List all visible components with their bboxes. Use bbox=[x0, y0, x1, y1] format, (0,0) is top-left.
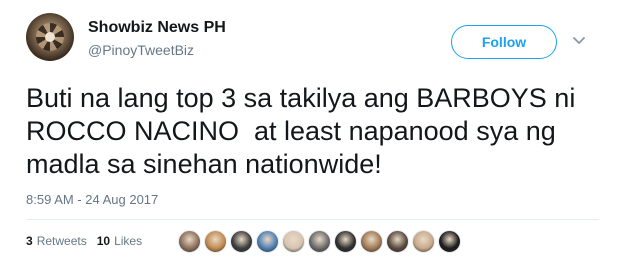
author-avatar[interactable] bbox=[26, 13, 74, 61]
more-options-chevron-down-icon[interactable] bbox=[572, 34, 586, 48]
liker-avatar[interactable] bbox=[204, 229, 227, 253]
author-name[interactable]: Showbiz News PH bbox=[88, 19, 226, 37]
liker-avatar[interactable] bbox=[386, 229, 409, 253]
liker-avatar[interactable] bbox=[256, 229, 279, 253]
tweet-stats: 3 Retweets 10 Likes bbox=[26, 234, 152, 248]
retweets-stat[interactable]: 3 Retweets bbox=[26, 234, 87, 248]
liker-avatar[interactable] bbox=[412, 229, 435, 253]
liker-avatars bbox=[178, 229, 464, 253]
liker-avatar[interactable] bbox=[282, 229, 305, 253]
liker-avatar[interactable] bbox=[308, 229, 331, 253]
liker-avatar[interactable] bbox=[360, 229, 383, 253]
retweets-label: Retweets bbox=[36, 234, 87, 248]
liker-avatar[interactable] bbox=[178, 229, 201, 253]
tweet-card: Showbiz News PH @PinoyTweetBiz Follow Bu… bbox=[0, 0, 628, 268]
retweets-count: 3 bbox=[26, 234, 33, 248]
tweet-timestamp[interactable]: 8:59 AM - 24 Aug 2017 bbox=[26, 192, 158, 207]
tweet-text: Buti na lang top 3 sa takilya ang BARBOY… bbox=[26, 83, 583, 179]
likes-stat[interactable]: 10 Likes bbox=[97, 234, 142, 248]
author-handle[interactable]: @PinoyTweetBiz bbox=[88, 42, 194, 58]
follow-button[interactable]: Follow bbox=[451, 25, 557, 59]
liker-avatar[interactable] bbox=[438, 229, 461, 253]
liker-avatar[interactable] bbox=[334, 229, 357, 253]
likes-count: 10 bbox=[96, 234, 111, 248]
liker-avatar[interactable] bbox=[230, 229, 253, 253]
divider bbox=[26, 219, 599, 220]
likes-label: Likes bbox=[114, 234, 143, 248]
